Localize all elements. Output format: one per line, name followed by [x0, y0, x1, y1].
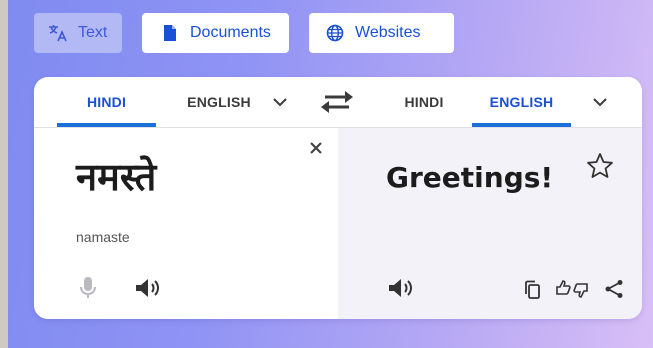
target-pane: Greetings! — [338, 128, 642, 319]
source-lang-english-label: ENGLISH — [187, 94, 251, 110]
source-lang-hindi[interactable]: HINDI — [57, 77, 156, 127]
transliteration: namaste — [76, 229, 130, 245]
listen-source-speaker-icon[interactable] — [134, 276, 164, 300]
tab-documents-label: Documents — [190, 24, 271, 41]
source-text[interactable]: नमस्ते — [76, 150, 156, 202]
tab-text-label: Text — [78, 24, 108, 41]
tab-text[interactable]: Text — [34, 13, 122, 53]
mode-tabs: Text Documents Websites — [34, 13, 454, 53]
source-lang-more-chevron-down-icon[interactable] — [270, 92, 290, 112]
source-lang-english[interactable]: ENGLISH — [174, 77, 264, 127]
language-bar: HINDI ENGLISH HINDI ENGLISH — [34, 77, 642, 128]
tab-documents[interactable]: Documents — [142, 13, 289, 53]
target-lang-english-label: ENGLISH — [489, 94, 554, 110]
globe-icon — [325, 23, 345, 43]
translator-card: HINDI ENGLISH HINDI ENGLISH नमस्ते namas… — [34, 77, 642, 319]
microphone-icon[interactable] — [78, 276, 98, 300]
target-lang-english[interactable]: ENGLISH — [472, 77, 571, 127]
listen-target-speaker-icon[interactable] — [387, 276, 417, 300]
target-lang-more-chevron-down-icon[interactable] — [590, 92, 610, 112]
clear-text-close-icon[interactable] — [306, 138, 326, 158]
tab-websites[interactable]: Websites — [309, 13, 454, 53]
target-lang-hindi-label: HINDI — [404, 94, 444, 110]
tab-websites-label: Websites — [355, 24, 421, 41]
rate-translation-icon[interactable] — [555, 278, 589, 300]
source-pane: नमस्ते namaste — [34, 128, 338, 319]
swap-languages-icon[interactable] — [315, 85, 359, 117]
document-icon — [160, 23, 180, 43]
window-edge — [0, 0, 8, 348]
source-lang-hindi-label: HINDI — [86, 94, 127, 110]
translate-icon — [48, 23, 68, 43]
share-icon[interactable] — [603, 278, 625, 300]
save-translation-star-icon[interactable] — [586, 152, 614, 180]
translated-text: Greetings! — [386, 161, 554, 194]
target-lang-hindi[interactable]: HINDI — [384, 77, 464, 127]
copy-icon[interactable] — [523, 279, 543, 301]
